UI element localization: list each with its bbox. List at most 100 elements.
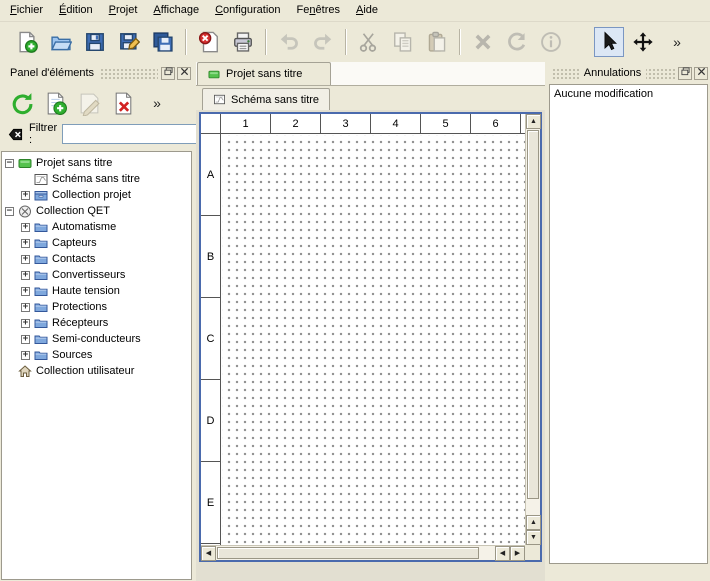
close-dock-button[interactable] — [694, 67, 708, 80]
expand-icon[interactable]: + — [21, 319, 30, 328]
expand-icon[interactable]: + — [21, 223, 30, 232]
scroll-up-button[interactable]: ▲ — [526, 114, 541, 129]
menu-fichier[interactable]: Fichier — [2, 0, 51, 21]
menu-projet[interactable]: Projet — [101, 0, 146, 21]
scroll-left-button-2[interactable]: ◀ — [495, 546, 510, 561]
reload-collections-button[interactable] — [5, 87, 37, 119]
redo-button[interactable] — [308, 27, 338, 57]
elements-panel-titlebar[interactable]: Panel d'éléments — [2, 64, 191, 82]
collapse-icon[interactable]: − — [5, 159, 14, 168]
close-project-button[interactable] — [194, 27, 224, 57]
ruler-row-label: E — [201, 462, 220, 544]
diagram-canvas[interactable] — [222, 135, 525, 545]
diagram-tab-label: Schéma sans titre — [231, 94, 319, 106]
scroll-left-button[interactable]: ◀ — [201, 546, 216, 561]
tree-item-automatisme[interactable]: + Automatisme — [2, 219, 191, 235]
ruler-column-label: 1 — [221, 114, 271, 133]
tree-item-schema-sans-titre[interactable]: Schéma sans titre — [2, 171, 191, 187]
project-tab[interactable]: Projet sans titre — [197, 62, 331, 85]
filter-label: Filtrer : — [29, 122, 57, 146]
project-icon — [207, 69, 221, 80]
folder-icon — [34, 253, 48, 266]
tree-item-protections[interactable]: +Protections — [2, 299, 191, 315]
tree-item-collection-utilisateur[interactable]: Collection utilisateur — [2, 363, 191, 379]
menu-affichage[interactable]: Affichage — [145, 0, 207, 21]
tree-item-semi-conducteurs[interactable]: +Semi-conducteurs — [2, 331, 191, 347]
expand-icon[interactable]: + — [21, 255, 30, 264]
tree-item-label: Capteurs — [52, 237, 97, 249]
vertical-scrollbar[interactable]: ▲ ▲ ▼ — [525, 114, 540, 545]
tree-item-collection-qet[interactable]: − Collection QET — [2, 203, 191, 219]
delete-element-button[interactable] — [107, 87, 139, 119]
tree-item-capteurs[interactable]: + Capteurs — [2, 235, 191, 251]
horizontal-scrollbar[interactable]: ◀ ◀ ▶ — [201, 545, 525, 560]
tree-item-label: Schéma sans titre — [52, 173, 140, 185]
menu-aide[interactable]: Aide — [348, 0, 386, 21]
conductor-info-button[interactable] — [536, 27, 566, 57]
diagram-view: 123456 ABCDE ▲ ▲ ▼ ◀ ◀ ▶ — [199, 112, 542, 562]
horizontal-ruler: 123456 — [221, 114, 525, 134]
menu-edition[interactable]: Édition — [51, 0, 101, 21]
tree-item-projet-sans-titre[interactable]: −Projet sans titre — [2, 155, 191, 171]
paste-button[interactable] — [422, 27, 452, 57]
scrollbar-corner — [525, 545, 540, 560]
expand-icon[interactable]: + — [21, 287, 30, 296]
new-element-button[interactable] — [39, 87, 71, 119]
undo-dock-titlebar[interactable]: Annulations — [550, 64, 708, 82]
expand-icon[interactable]: + — [21, 191, 30, 200]
print-button[interactable] — [228, 27, 258, 57]
panel-overflow-button[interactable]: » — [141, 87, 173, 119]
tree-item-convertisseurs[interactable]: +Convertisseurs — [2, 267, 191, 283]
close-icon — [697, 67, 706, 79]
close-icon — [180, 67, 189, 79]
delete-button[interactable] — [468, 27, 498, 57]
scroll-down-button[interactable]: ▼ — [526, 530, 541, 545]
pan-mode-button[interactable] — [628, 27, 658, 57]
selection-mode-button[interactable] — [594, 27, 624, 57]
tree-item-contacts[interactable]: +Contacts — [2, 251, 191, 267]
clear-filter-button[interactable] — [7, 127, 24, 142]
new-project-button[interactable] — [12, 27, 42, 57]
expand-icon[interactable]: + — [21, 271, 30, 280]
tree-item-recepteurs[interactable]: +Récepteurs — [2, 315, 191, 331]
copy-button[interactable] — [388, 27, 418, 57]
rotate-button[interactable] — [502, 27, 532, 57]
horizontal-scroll-thumb[interactable] — [217, 547, 479, 559]
close-dock-button[interactable] — [177, 67, 191, 80]
edit-element-button[interactable] — [73, 87, 105, 119]
undo-button[interactable] — [274, 27, 304, 57]
scroll-up-button-2[interactable]: ▲ — [526, 515, 541, 530]
ruler-row-label: C — [201, 298, 220, 380]
tree-item-collection-projet[interactable]: +Collection projet — [2, 187, 191, 203]
tree-item-label: Automatisme — [52, 221, 116, 233]
save-all-button[interactable] — [148, 27, 178, 57]
filter-input[interactable] — [62, 124, 212, 144]
expand-icon[interactable]: + — [21, 239, 30, 248]
collapse-icon[interactable]: − — [5, 207, 14, 216]
menu-configuration[interactable]: Configuration — [207, 0, 288, 21]
expand-icon[interactable]: + — [21, 335, 30, 344]
menu-fenetres[interactable]: Fenêtres — [289, 0, 348, 21]
expand-icon[interactable]: + — [21, 303, 30, 312]
folder-icon — [34, 221, 48, 234]
tree-item-label: Collection QET — [36, 205, 110, 217]
tree-item-sources[interactable]: +Sources — [2, 347, 191, 363]
filter-row: Filtrer : — [0, 123, 193, 151]
tree-item-haute-tension[interactable]: + Haute tension — [2, 283, 191, 299]
toolbar-separator — [345, 29, 347, 55]
save-button[interactable] — [80, 27, 110, 57]
tree-item-label: Haute tension — [52, 285, 120, 297]
toolbar-overflow-button[interactable]: » — [662, 27, 692, 57]
vertical-scroll-thumb[interactable] — [527, 130, 539, 499]
float-dock-button[interactable] — [161, 67, 175, 80]
ruler-row-label: D — [201, 380, 220, 462]
diagram-tab[interactable]: Schéma sans titre — [202, 88, 330, 110]
cut-button[interactable] — [354, 27, 384, 57]
undo-list[interactable]: Aucune modification — [549, 84, 708, 564]
save-as-button[interactable] — [114, 27, 144, 57]
qet-icon — [18, 205, 32, 218]
scroll-right-button[interactable]: ▶ — [510, 546, 525, 561]
float-dock-button[interactable] — [678, 67, 692, 80]
open-project-button[interactable] — [46, 27, 76, 57]
expand-icon[interactable]: + — [21, 351, 30, 360]
